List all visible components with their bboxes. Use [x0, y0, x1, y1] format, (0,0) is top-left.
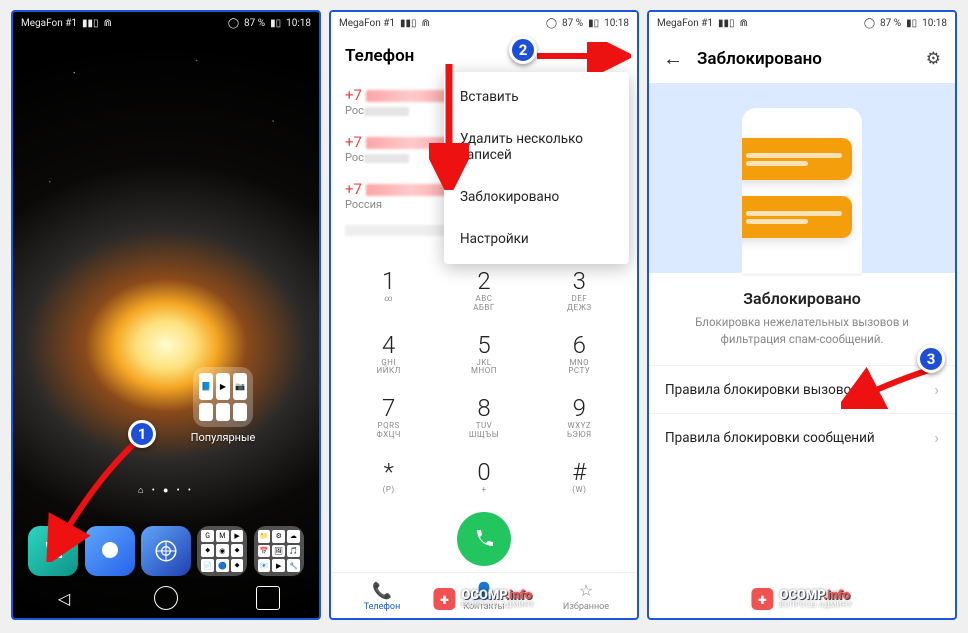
battery-percent: 87 %: [244, 18, 265, 29]
dial-key-1[interactable]: 1∞: [341, 262, 436, 326]
phone-app-icon[interactable]: [28, 526, 78, 576]
dial-key-5[interactable]: 5JKLМНОП: [436, 326, 531, 390]
browser-app-icon[interactable]: [141, 526, 191, 576]
annotation-badge-1: 1: [128, 420, 156, 448]
wifi-icon: ⋒: [740, 18, 748, 29]
page-title: Заблокировано: [697, 49, 912, 69]
dial-key-4[interactable]: 4GHIИЙКЛ: [341, 326, 436, 390]
chevron-right-icon: ›: [934, 428, 939, 447]
clock: 10:18: [604, 18, 629, 29]
clock: 10:18: [922, 18, 947, 29]
call-number-prefix: +7: [345, 133, 362, 151]
menu-item-blocked[interactable]: Заблокировано: [444, 176, 629, 218]
messages-app-icon[interactable]: [85, 526, 135, 576]
phone-icon: 📞: [331, 581, 433, 600]
tab-phone[interactable]: 📞Телефон: [331, 573, 433, 618]
battery-icon: ▮▯: [588, 18, 599, 29]
call-region-prefix: Рос: [345, 151, 364, 164]
call-number-prefix: +7: [345, 180, 362, 198]
tab-favorites[interactable]: ☆Избранное: [535, 573, 637, 618]
carrier-label: MegaFon #1: [657, 18, 713, 29]
chevron-right-icon: ›: [934, 380, 939, 399]
row-message-block-rules[interactable]: Правила блокировки сообщений ›: [649, 413, 955, 461]
illus-card: 💬: [742, 138, 852, 180]
dial-key-0[interactable]: 0+: [436, 453, 531, 508]
dial-key-star[interactable]: *(P): [341, 453, 436, 508]
back-icon[interactable]: ←: [663, 46, 683, 71]
row-label: Правила блокировки сообщений: [665, 430, 875, 446]
battery-circle-icon: ◯: [546, 18, 557, 29]
page-indicator: ⌂ • ● • •: [13, 485, 319, 496]
nav-recents-icon[interactable]: [256, 586, 280, 610]
home-wallpaper: 📘▶📷 Популярные ⌂ • ● • • GM▶⬥◉⬥📄🔵⬥ 📁⚙☁📅🖼…: [13, 12, 319, 618]
watermark: + OCOMP.info ВОПРОСЫ АДМИНУ: [433, 588, 534, 610]
home-folder-popular[interactable]: 📘▶📷 Популярные: [188, 367, 258, 444]
signal-icon: ▮▮▯: [400, 18, 417, 29]
illus-card: 📞: [742, 196, 852, 238]
nav-home-icon[interactable]: [154, 586, 178, 610]
dial-key-9[interactable]: 9WXYZЬЭЮЯ: [532, 389, 627, 453]
battery-icon: ▮▯: [906, 18, 917, 29]
star-icon: ☆: [535, 581, 637, 600]
signal-icon: ▮▮▯: [82, 18, 99, 29]
carrier-label: MegaFon #1: [21, 18, 77, 29]
wifi-icon: ⋒: [104, 18, 112, 29]
more-menu-icon[interactable]: ⋮: [603, 44, 623, 68]
annotation-badge-3: 3: [917, 345, 945, 373]
dialpad: 1∞ 2ABCАБВГ 3DEFДЕЖЗ 4GHIИЙКЛ 5JKLМНОП 6…: [331, 260, 637, 508]
call-button[interactable]: [457, 512, 511, 566]
call-number-prefix: +7: [345, 86, 362, 104]
battery-circle-icon: ◯: [228, 18, 239, 29]
battery-circle-icon: ◯: [864, 18, 875, 29]
apps-folder-2[interactable]: 📁⚙☁📅🖼🎵📧▶🔧: [254, 526, 304, 576]
dial-key-7[interactable]: 7PQRSФХЦЧ: [341, 389, 436, 453]
watermark-plus-icon: +: [433, 588, 455, 610]
status-bar: MegaFon #1 ▮▮▯ ⋒ ◯ 87 % ▮▯ 10:18: [331, 12, 637, 34]
gear-icon[interactable]: ⚙: [926, 49, 941, 69]
phone-screen-home: MegaFon #1 ▮▮▯ ⋒ ◯ 87 % ▮▯ 10:18 📘▶📷 Поп…: [11, 10, 321, 620]
phone-screen-dialer: MegaFon #1 ▮▮▯ ⋒ ◯ 87 % ▮▯ 10:18 Телефон…: [329, 10, 639, 620]
section-description: Блокировка нежелательных вызовов и фильт…: [649, 314, 955, 365]
blocked-illustration: 💬 📞: [649, 83, 955, 273]
dial-key-8[interactable]: 8TUVШЩЪЫ: [436, 389, 531, 453]
android-navbar: ◁: [13, 578, 319, 618]
dock: GM▶⬥◉⬥📄🔵⬥ 📁⚙☁📅🖼🎵📧▶🔧: [13, 526, 319, 576]
dial-key-2[interactable]: 2ABCАБВГ: [436, 262, 531, 326]
menu-item-delete-multiple[interactable]: Удалить несколько записей: [444, 118, 629, 176]
dial-key-3[interactable]: 3DEFДЕЖЗ: [532, 262, 627, 326]
folder-icon: 📘▶📷: [193, 367, 253, 427]
menu-item-settings[interactable]: Настройки: [444, 218, 629, 260]
watermark: + OCOMP.info ВОПРОСЫ АДМИНУ: [751, 588, 852, 610]
row-call-block-rules[interactable]: Правила блокировки вызовов ›: [649, 365, 955, 413]
call-region-prefix: Рос: [345, 104, 364, 117]
menu-item-paste[interactable]: Вставить: [444, 76, 629, 118]
app-title: Телефон: [345, 46, 414, 66]
battery-icon: ▮▯: [270, 18, 281, 29]
apps-folder-1[interactable]: GM▶⬥◉⬥📄🔵⬥: [197, 526, 247, 576]
nav-back-icon[interactable]: ◁: [52, 586, 76, 610]
battery-percent: 87 %: [562, 18, 583, 29]
battery-percent: 87 %: [880, 18, 901, 29]
status-bar: MegaFon #1 ▮▮▯ ⋒ ◯ 87 % ▮▯ 10:18: [13, 12, 319, 34]
overflow-menu: Вставить Удалить несколько записей Забло…: [444, 72, 629, 264]
annotation-badge-2: 2: [509, 36, 537, 64]
page-header: ← Заблокировано ⚙: [649, 34, 955, 83]
watermark-plus-icon: +: [751, 588, 773, 610]
signal-icon: ▮▮▯: [718, 18, 735, 29]
dial-key-6[interactable]: 6MNOРСТУ: [532, 326, 627, 390]
phone-screen-blocked: MegaFon #1 ▮▮▯ ⋒ ◯ 87 % ▮▯ 10:18 ← Забло…: [647, 10, 957, 620]
row-label: Правила блокировки вызовов: [665, 382, 859, 398]
folder-label: Популярные: [188, 431, 258, 444]
dial-key-hash[interactable]: #(W): [532, 453, 627, 508]
status-bar: MegaFon #1 ▮▮▯ ⋒ ◯ 87 % ▮▯ 10:18: [649, 12, 955, 34]
wifi-icon: ⋒: [422, 18, 430, 29]
carrier-label: MegaFon #1: [339, 18, 395, 29]
clock: 10:18: [286, 18, 311, 29]
section-title: Заблокировано: [649, 273, 955, 314]
